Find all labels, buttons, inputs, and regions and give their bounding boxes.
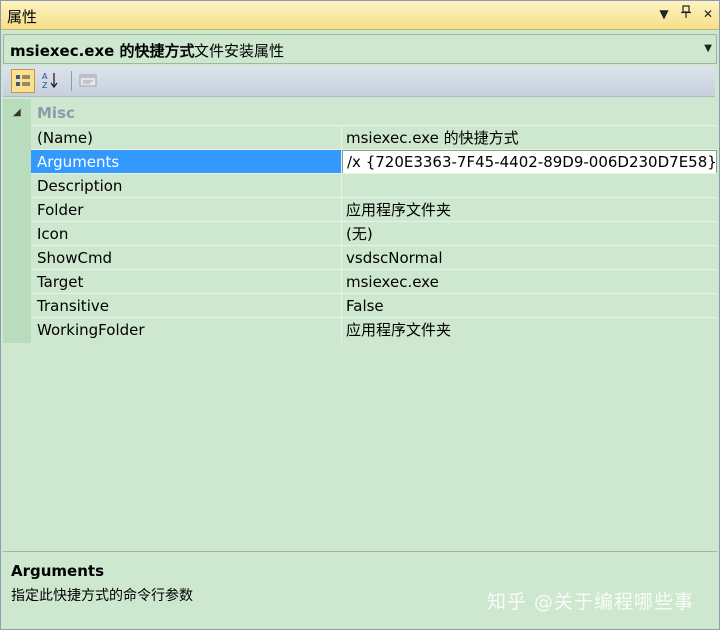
property-value[interactable]: False	[342, 294, 717, 318]
property-row-description[interactable]: Description	[31, 173, 717, 198]
description-title: Arguments	[11, 562, 105, 580]
property-name: WorkingFolder	[37, 321, 145, 339]
property-value[interactable]: 应用程序文件夹	[342, 198, 717, 222]
sort-az-icon: A Z	[42, 72, 58, 89]
grid-margin	[3, 99, 31, 343]
object-selector-dropdown[interactable]: msiexec.exe 的快捷方式 文件安装属性 ▼	[3, 34, 717, 64]
svg-text:A: A	[42, 72, 48, 81]
description-text: 指定此快捷方式的命令行参数	[11, 588, 193, 604]
property-name: Arguments	[31, 150, 341, 174]
property-row-icon[interactable]: Icon (无)	[31, 221, 717, 246]
property-name: (Name)	[37, 129, 93, 147]
property-name: Description	[37, 177, 123, 195]
title-bar: 属性 ▼ ✕	[1, 1, 719, 30]
svg-text:Z: Z	[42, 81, 48, 89]
property-name: ShowCmd	[37, 249, 113, 267]
property-name: Target	[37, 273, 84, 291]
property-value[interactable]	[342, 174, 717, 198]
property-name: Folder	[37, 201, 84, 219]
window-title: 属性	[7, 8, 38, 26]
properties-window: 属性 ▼ ✕ msiexec.exe 的快捷方式 文件安装属性 ▼ A Z ◢ …	[0, 0, 720, 630]
object-name: msiexec.exe 的快捷方式	[10, 42, 195, 60]
property-name: Icon	[37, 225, 69, 243]
toolbar-separator	[71, 71, 72, 91]
property-name: Transitive	[37, 297, 109, 315]
property-row-transitive[interactable]: Transitive False	[31, 293, 717, 318]
property-value[interactable]: 应用程序文件夹	[342, 318, 717, 342]
property-row-folder[interactable]: Folder 应用程序文件夹	[31, 197, 717, 222]
property-pages-icon	[79, 74, 97, 87]
property-row-workingfolder[interactable]: WorkingFolder 应用程序文件夹	[31, 317, 717, 342]
property-row-name[interactable]: (Name) msiexec.exe 的快捷方式	[31, 125, 717, 150]
property-value[interactable]: (无)	[342, 222, 717, 246]
property-value[interactable]: msiexec.exe 的快捷方式	[342, 126, 717, 150]
property-pages-button[interactable]	[77, 69, 99, 91]
property-value[interactable]: msiexec.exe	[342, 270, 717, 294]
close-icon[interactable]: ✕	[701, 5, 715, 23]
object-type: 文件安装属性	[194, 42, 285, 60]
property-row-showcmd[interactable]: ShowCmd vsdscNormal	[31, 245, 717, 270]
property-row-arguments[interactable]: Arguments /x {720E3363-7F45-4402-89D9-00…	[31, 149, 717, 174]
collapse-triangle-icon[interactable]: ◢	[13, 107, 21, 118]
property-grid: ◢ Misc (Name) msiexec.exe 的快捷方式 Argument…	[3, 99, 717, 549]
title-buttons: ▼ ✕	[657, 5, 715, 23]
chevron-down-icon[interactable]: ▼	[704, 43, 712, 54]
property-value-input[interactable]: /x {720E3363-7F45-4402-89D9-006D230D7E58…	[342, 150, 717, 174]
pin-icon[interactable]	[679, 5, 693, 23]
property-row-target[interactable]: Target msiexec.exe	[31, 269, 717, 294]
category-label: Misc	[37, 104, 75, 122]
categorized-icon	[16, 75, 30, 86]
alphabetical-button[interactable]: A Z	[39, 69, 61, 91]
watermark: 知乎 @关于编程哪些事	[487, 591, 695, 613]
window-position-dropdown-icon[interactable]: ▼	[657, 5, 671, 23]
property-toolbar: A Z	[3, 66, 715, 97]
categorized-button[interactable]	[11, 69, 35, 93]
property-value[interactable]: vsdscNormal	[342, 246, 717, 270]
category-row-misc[interactable]: ◢ Misc	[3, 101, 717, 125]
